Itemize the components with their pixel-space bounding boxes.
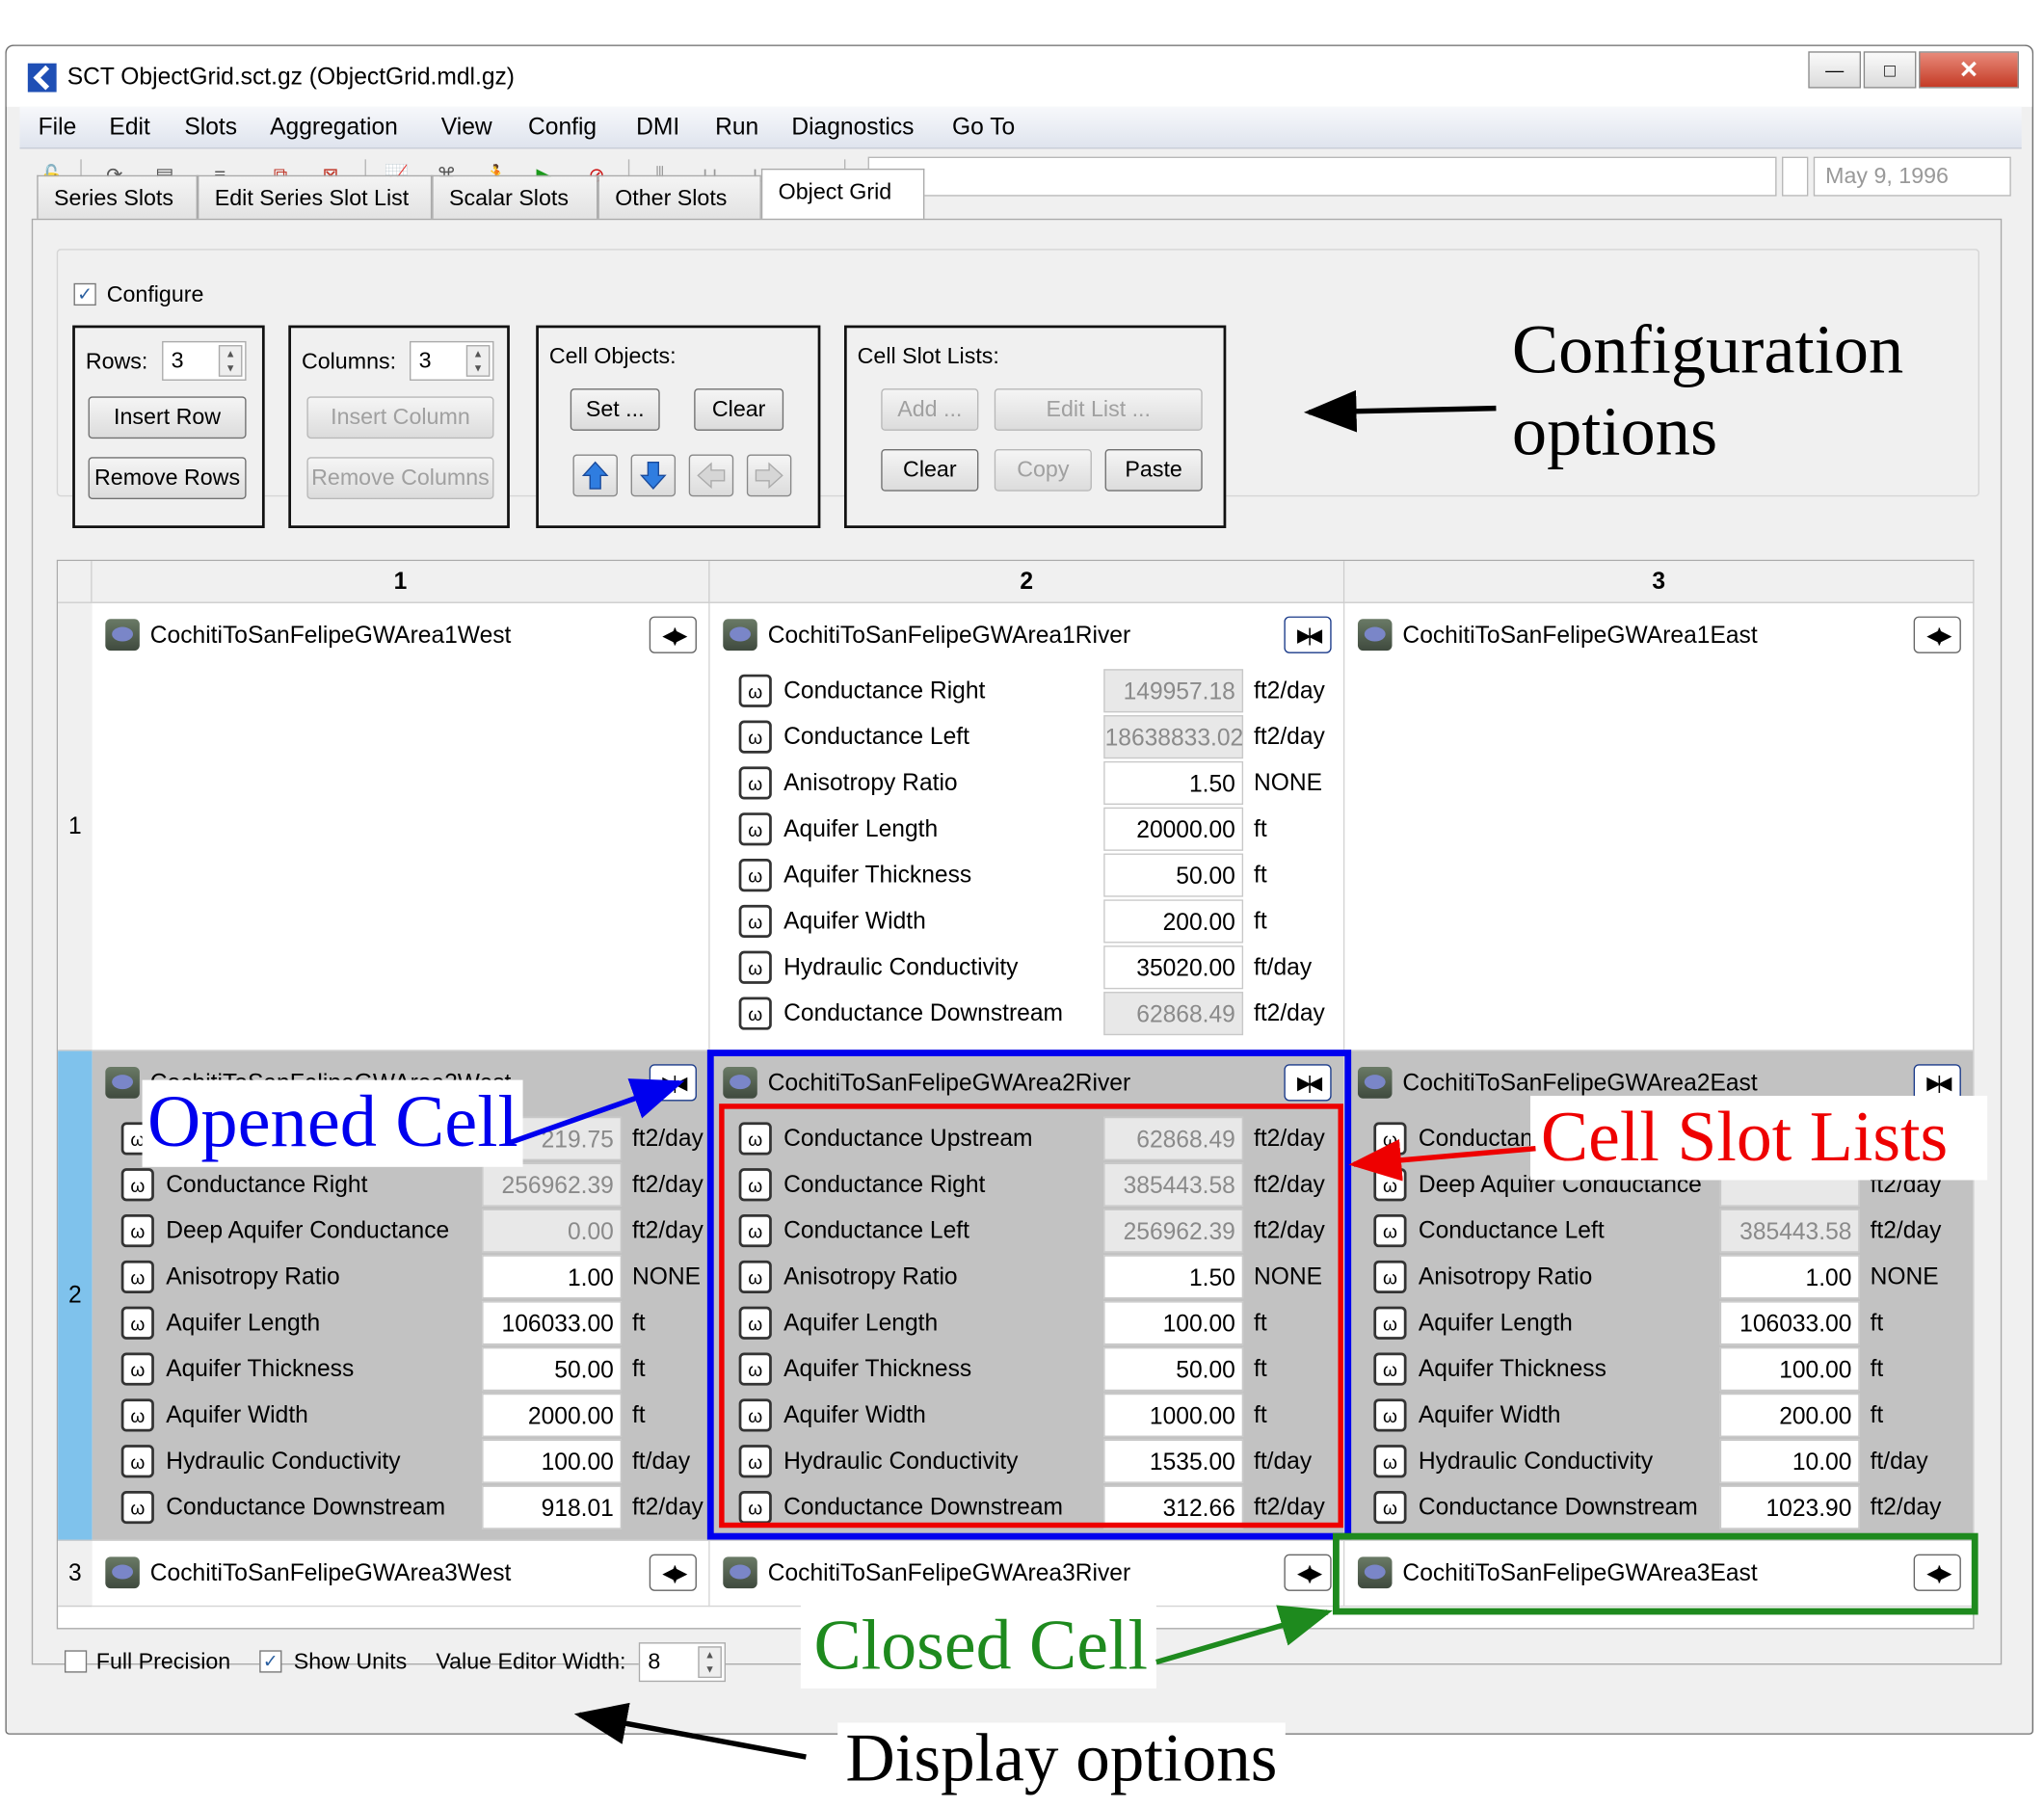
annotation-arrows <box>507 389 1536 1760</box>
opened-cell-arrow <box>507 1078 685 1146</box>
config-arrow <box>1303 389 1497 433</box>
slot-lists-arrow <box>1348 1139 1536 1182</box>
closed-cell-arrow <box>1155 1605 1333 1665</box>
screenshot-stage: SCT ObjectGrid.sct.gz (ObjectGrid.mdl.gz… <box>0 0 2044 1808</box>
display-options-arrow <box>573 1702 807 1760</box>
